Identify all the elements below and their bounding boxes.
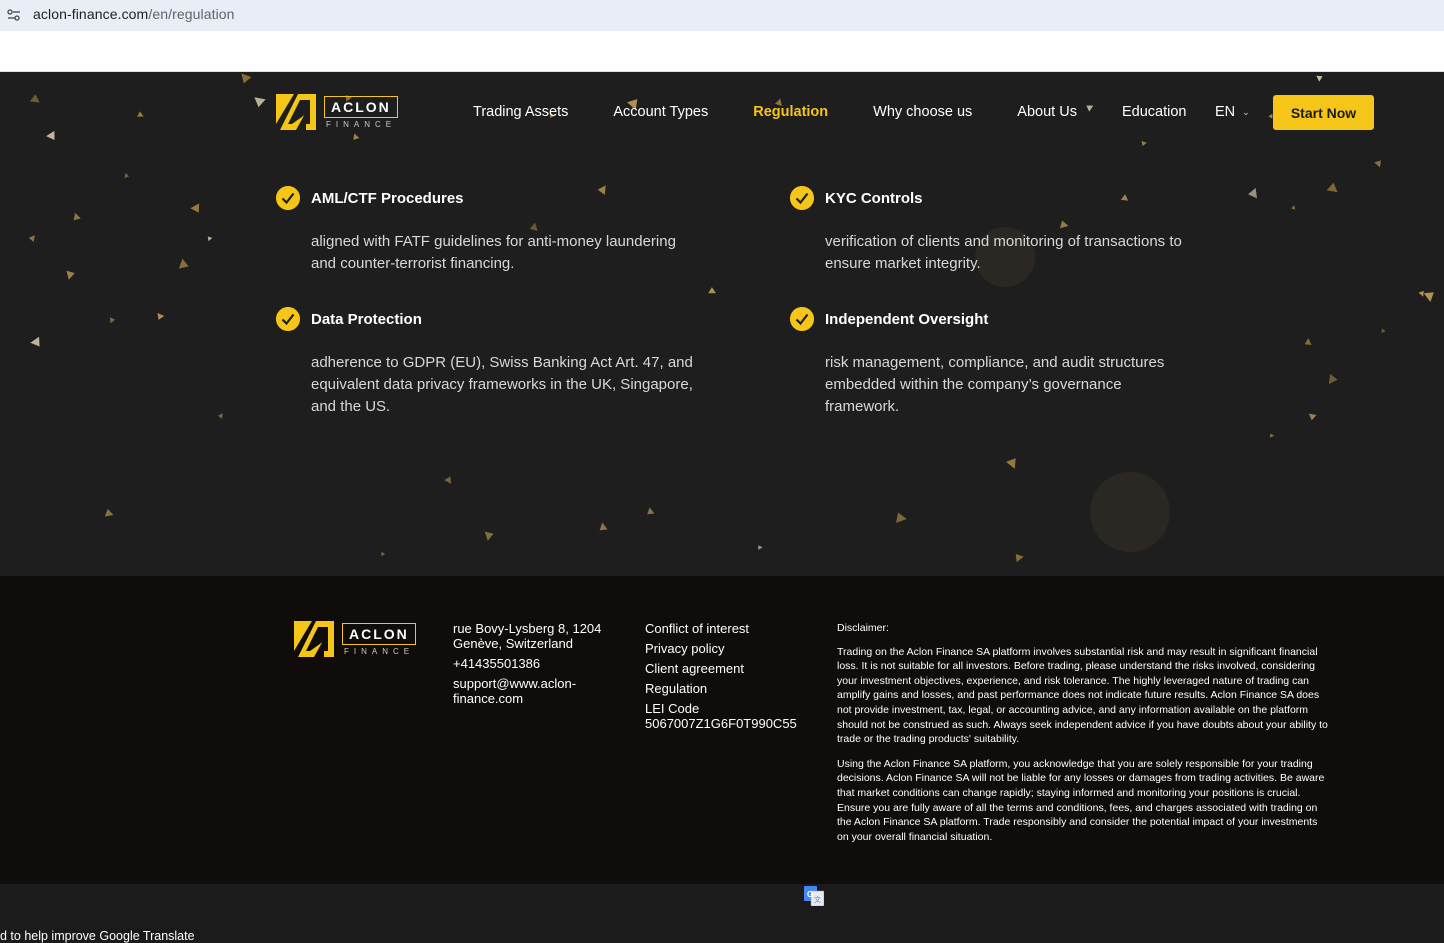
logo-text: ACLON	[324, 95, 398, 118]
link-regulation[interactable]: Regulation	[645, 681, 815, 696]
google-translate-message: d to help improve Google Translate	[0, 929, 195, 943]
aclon-logo-icon	[294, 621, 334, 657]
feature-description: risk management, compliance, and audit s…	[825, 354, 1165, 415]
link-conflict-of-interest[interactable]: Conflict of interest	[645, 621, 815, 636]
browser-toolbar-area	[0, 31, 1444, 72]
link-client-agreement[interactable]: Client agreement	[645, 661, 815, 676]
disclaimer-title: Disclaimer:	[837, 622, 889, 634]
check-icon	[276, 186, 300, 210]
disclaimer: Disclaimer: Trading on the Aclon Finance…	[837, 621, 1329, 854]
footer-email[interactable]: support@www.aclon-finance.com	[453, 676, 613, 706]
logo-subtext: FINANCE	[344, 646, 415, 656]
disclaimer-paragraph: Trading on the Aclon Finance SA platform…	[837, 645, 1328, 746]
logo-subtext: FINANCE	[326, 119, 397, 129]
check-icon	[790, 186, 814, 210]
feature-title: Independent Oversight	[825, 311, 989, 328]
check-icon	[276, 307, 300, 331]
url-text[interactable]: aclon-finance.com/en/regulation	[33, 6, 235, 22]
google-translate-icon[interactable]: G 文	[804, 886, 824, 906]
lei-code: 5067007Z1G6F0T990C55	[645, 716, 797, 731]
svg-text:文: 文	[814, 895, 821, 904]
bottom-strip: G 文 d to help improve Google Translate	[0, 884, 1444, 943]
language-selector[interactable]: EN ⌄	[1215, 104, 1250, 120]
footer-links: Conflict of interest Privacy policy Clie…	[645, 621, 815, 731]
footer-address: rue Bovy-Lysberg 8, 1204 Genève, Switzer…	[453, 621, 602, 651]
footer-logo[interactable]: ACLON FINANCE	[294, 621, 416, 657]
feature-description: adherence to GDPR (EU), Swiss Banking Ac…	[311, 354, 693, 415]
aclon-logo-icon	[276, 94, 316, 130]
feature-independent-oversight: Independent Oversight risk management, c…	[790, 307, 1210, 417]
regulation-section: ACLON FINANCE Trading Assets Account Typ…	[0, 72, 1444, 576]
check-icon	[790, 307, 814, 331]
nav-education[interactable]: Education	[1122, 104, 1187, 120]
lei-label: LEI Code	[645, 701, 700, 716]
logo-text: ACLON	[342, 622, 416, 645]
feature-title: Data Protection	[311, 311, 422, 328]
nav-regulation[interactable]: Regulation	[753, 104, 828, 120]
feature-aml-ctf: AML/CTF Procedures aligned with FATF gui…	[276, 186, 696, 276]
chevron-down-icon: ⌄	[1242, 106, 1250, 117]
start-now-button[interactable]: Start Now	[1273, 95, 1374, 130]
nav-about-us[interactable]: About Us	[1017, 104, 1077, 120]
feature-title: AML/CTF Procedures	[311, 190, 464, 207]
site-footer: ACLON FINANCE rue Bovy-Lysberg 8, 1204 G…	[0, 576, 1444, 884]
tune-icon[interactable]	[6, 7, 22, 23]
nav-account-types[interactable]: Account Types	[613, 104, 708, 120]
nav-why-choose-us[interactable]: Why choose us	[873, 104, 972, 120]
contact-info: rue Bovy-Lysberg 8, 1204 Genève, Switzer…	[453, 621, 613, 711]
disclaimer-paragraph: Using the Aclon Finance SA platform, you…	[837, 757, 1325, 843]
link-privacy-policy[interactable]: Privacy policy	[645, 641, 815, 656]
main-nav: Trading Assets Account Types Regulation …	[473, 104, 1231, 120]
feature-description: aligned with FATF guidelines for anti-mo…	[311, 233, 676, 272]
address-bar[interactable]: aclon-finance.com/en/regulation	[0, 0, 1444, 31]
header-logo[interactable]: ACLON FINANCE	[276, 94, 398, 130]
svg-text:G: G	[807, 890, 813, 899]
feature-description: verification of clients and monitoring o…	[825, 233, 1182, 272]
feature-title: KYC Controls	[825, 190, 923, 207]
footer-phone[interactable]: +41435501386	[453, 656, 613, 671]
sparkle-background	[28, 72, 1434, 563]
feature-data-protection: Data Protection adherence to GDPR (EU), …	[276, 307, 696, 417]
nav-trading-assets[interactable]: Trading Assets	[473, 104, 568, 120]
language-label: EN	[1215, 104, 1236, 120]
feature-kyc: KYC Controls verification of clients and…	[790, 186, 1210, 276]
